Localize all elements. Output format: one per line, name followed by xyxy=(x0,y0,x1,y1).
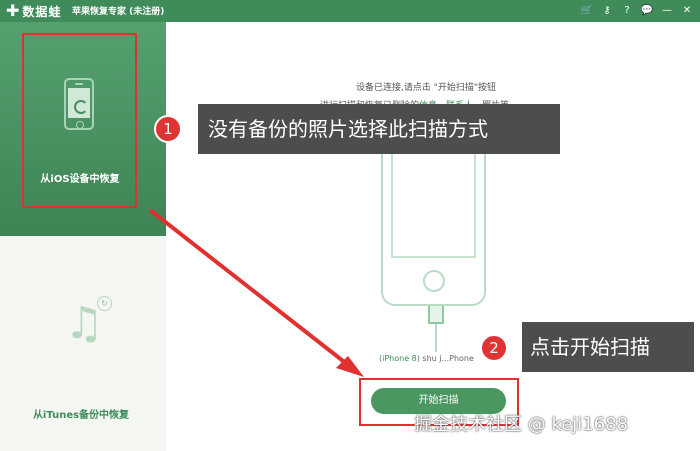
app-logo: ✚ 数据蛙 xyxy=(6,2,61,20)
device-model: (iPhone 8) xyxy=(379,354,420,363)
device-name: (iPhone 8) shu j...Phone xyxy=(379,354,474,363)
connected-phone-illustration xyxy=(381,140,486,306)
main-panel: 设备已连接,请点击 "开始扫描"按钮 进行扫描和恢复已删除的信息、联系人、照片等… xyxy=(166,22,700,451)
logo-text: 数据蛙 xyxy=(22,4,62,19)
sidebar-item-itunes-backup[interactable]: ♫ ↻ 从iTunes备份中恢复 xyxy=(0,236,166,451)
instruction-text: 设备已连接,请点击 "开始扫描"按钮 xyxy=(356,83,497,93)
sidebar-item-label: 从iTunes备份中恢复 xyxy=(32,410,130,421)
chat-icon[interactable]: 💬 xyxy=(640,3,654,18)
plus-logo-icon: ✚ xyxy=(6,1,20,20)
close-icon[interactable]: ✕ xyxy=(680,3,694,18)
lightning-connector-icon xyxy=(428,306,444,324)
window-controls: 🛒 ⚷ ? 💬 — ✕ xyxy=(580,3,694,18)
help-icon[interactable]: ? xyxy=(620,3,634,18)
cart-icon[interactable]: 🛒 xyxy=(580,3,594,18)
home-button-icon xyxy=(423,270,445,292)
callout-step2: 点击开始扫描 xyxy=(522,322,694,372)
sync-icon: ↻ xyxy=(97,296,112,311)
step-number-1: 1 xyxy=(154,115,182,143)
watermark: 掘金技术社区 @ keji1688 xyxy=(414,414,629,435)
cable-line xyxy=(435,324,437,352)
callout-step1: 没有备份的照片选择此扫描方式 xyxy=(198,104,560,154)
minimize-icon[interactable]: — xyxy=(660,3,674,18)
step-number-2: 2 xyxy=(480,334,508,362)
phone-screen xyxy=(391,140,476,258)
device-label: shu j...Phone xyxy=(419,354,474,363)
title-bar: ✚ 数据蛙 苹果恢复专家 (未注册) 🛒 ⚷ ? 💬 — ✕ xyxy=(0,0,700,22)
app-title: 苹果恢复专家 (未注册) xyxy=(72,7,165,17)
highlight-box-ios xyxy=(22,33,137,208)
key-icon[interactable]: ⚷ xyxy=(600,3,614,18)
